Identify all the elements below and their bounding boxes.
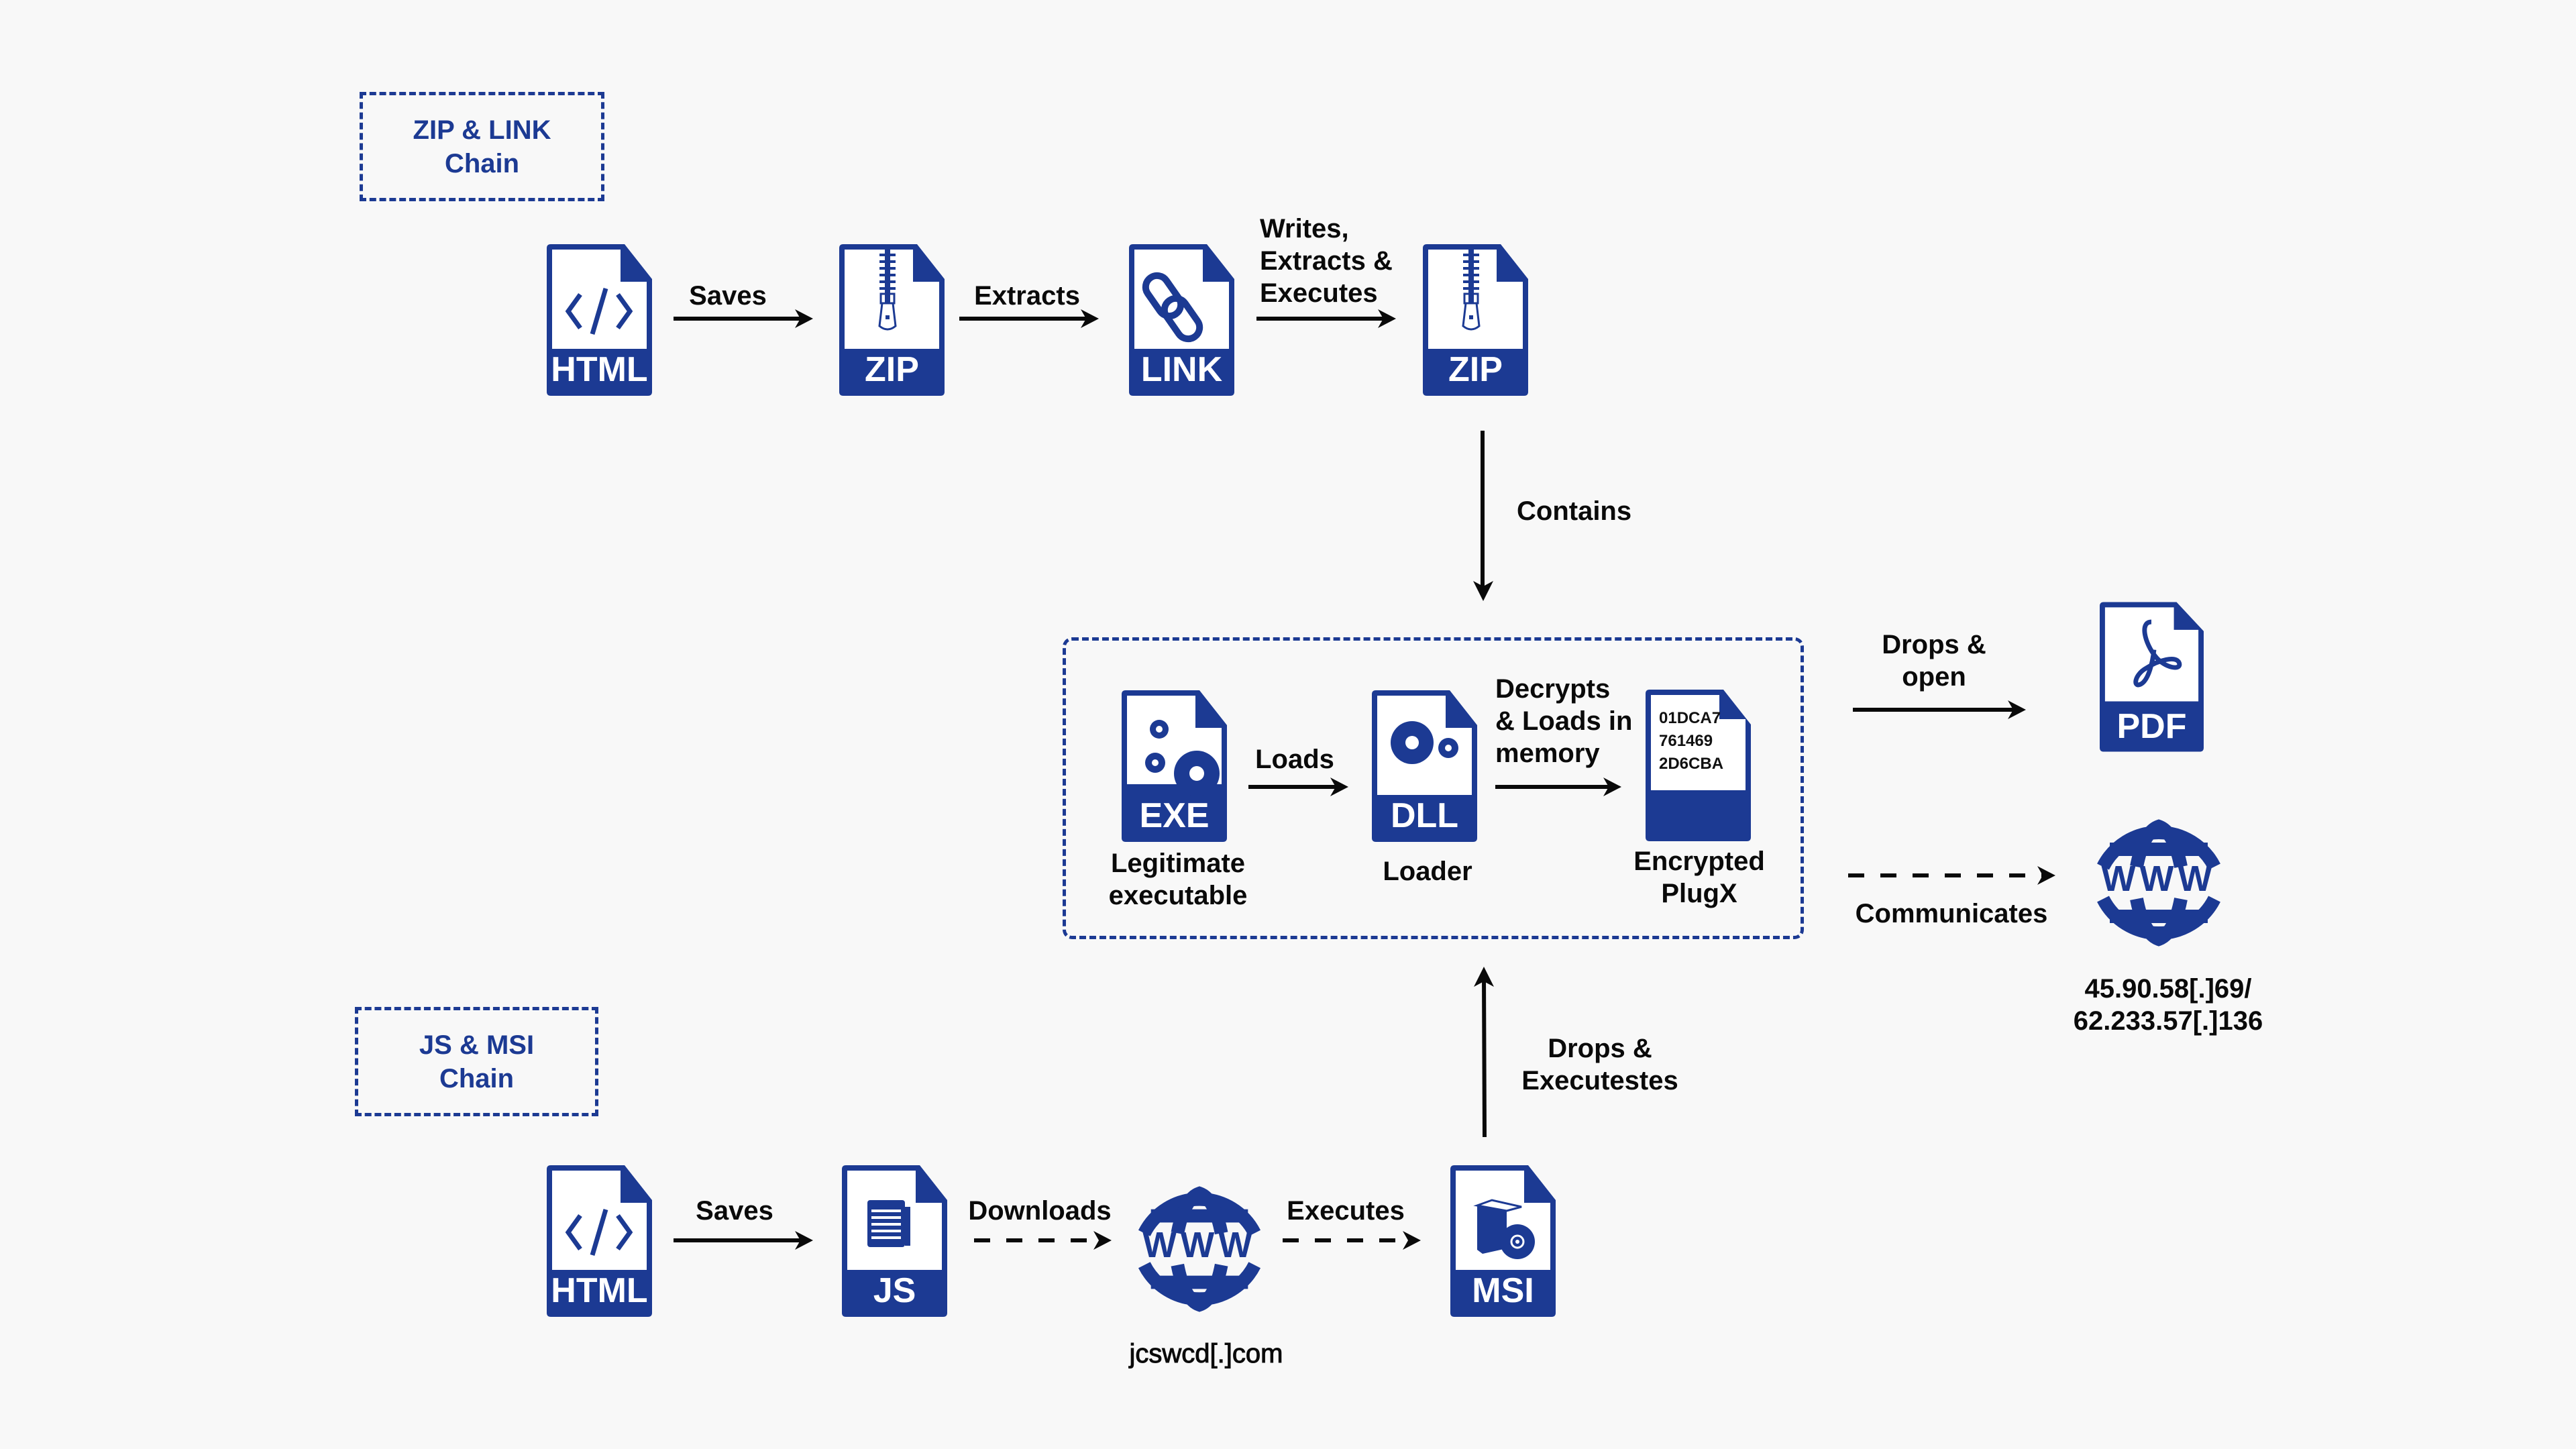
- edge-label-drops-executes: Drops & Executestes: [1521, 1034, 1678, 1095]
- domain-address: jcswcd[.]com: [1129, 1339, 1283, 1369]
- html-file-icon[interactable]: HTML: [547, 244, 652, 396]
- encrypted-hex-text: 01DCA7 761469 2D6CBA: [1659, 709, 1724, 773]
- js-msi-chain-label: JS & MSI Chain: [355, 1007, 598, 1116]
- caption-encrypted-plugx: Encrypted PlugX: [1633, 847, 1765, 908]
- edge-label-extracts: Extracts: [974, 281, 1080, 311]
- encrypted-plugx-file-icon[interactable]: 01DCA7 761469 2D6CBA: [1646, 690, 1751, 841]
- file-ext-label: JS: [873, 1271, 916, 1310]
- edge-label-executes: Executes: [1287, 1196, 1405, 1226]
- zip-file-icon-2[interactable]: ZIP: [1423, 244, 1528, 396]
- file-ext-label: HTML: [551, 1271, 648, 1310]
- caption-legitimate-executable: Legitimate executable: [1108, 849, 1248, 910]
- arrowhead: [2037, 866, 2055, 885]
- edge-label-drops-open: Drops & open: [1882, 630, 1986, 692]
- globe-www-text: WWW: [1142, 1226, 1256, 1265]
- file-ext-label: ZIP: [1448, 350, 1503, 389]
- file-ext-label: MSI: [1472, 1271, 1534, 1310]
- arrowhead: [1378, 309, 1396, 328]
- globe-www-text: WWW: [2102, 859, 2216, 899]
- c2-address: 45.90.58[.]69/ 62.233.57[.]136: [2073, 974, 2263, 1036]
- script-icon: [867, 1200, 910, 1247]
- www-globe-icon[interactable]: WWW: [2090, 813, 2228, 953]
- edge-label-loads: Loads: [1255, 745, 1334, 774]
- edge-label-decrypts: Decrypts & Loads in memory: [1495, 674, 1633, 768]
- arrowhead: [795, 1231, 813, 1250]
- edge-label-communicates: Communicates: [1855, 899, 2048, 928]
- arrow-drops-executes: [1482, 973, 1487, 1138]
- file-ext-label: ZIP: [865, 350, 919, 389]
- edge-label-saves-2: Saves: [696, 1196, 773, 1226]
- edge-label-downloads: Downloads: [968, 1196, 1112, 1226]
- www-globe-icon-2[interactable]: WWW: [1130, 1180, 1269, 1318]
- zip-link-chain-label: ZIP & LINK Chain: [360, 92, 604, 201]
- file-ext-label: DLL: [1390, 796, 1459, 835]
- arrowhead: [2008, 700, 2026, 719]
- dll-file-icon[interactable]: DLL: [1372, 690, 1477, 842]
- pdf-file-icon[interactable]: PDF: [2100, 601, 2204, 753]
- arrowhead: [1081, 309, 1099, 328]
- file-ext-label: EXE: [1139, 796, 1210, 835]
- arrowhead: [1403, 1231, 1421, 1250]
- arrowhead: [1473, 581, 1493, 601]
- arrowhead: [1474, 967, 1494, 987]
- js-file-icon[interactable]: JS: [842, 1165, 947, 1317]
- exe-file-icon[interactable]: EXE: [1122, 690, 1227, 842]
- msi-file-icon[interactable]: MSI: [1450, 1165, 1556, 1317]
- edge-label-saves: Saves: [689, 281, 767, 311]
- edge-label-writes-extracts-executes: Writes, Extracts & Executes: [1260, 214, 1393, 308]
- html-file-icon-2[interactable]: HTML: [547, 1165, 652, 1317]
- arrowhead: [795, 309, 813, 328]
- file-ext-label: PDF: [2116, 707, 2187, 746]
- arrowhead: [1093, 1231, 1112, 1250]
- edge-label-contains: Contains: [1517, 496, 1632, 526]
- file-ext-label: LINK: [1140, 350, 1223, 389]
- file-ext-label: HTML: [551, 350, 648, 389]
- zip-file-icon[interactable]: ZIP: [839, 244, 945, 396]
- caption-loader: Loader: [1383, 857, 1472, 886]
- link-file-icon[interactable]: LINK: [1129, 244, 1234, 396]
